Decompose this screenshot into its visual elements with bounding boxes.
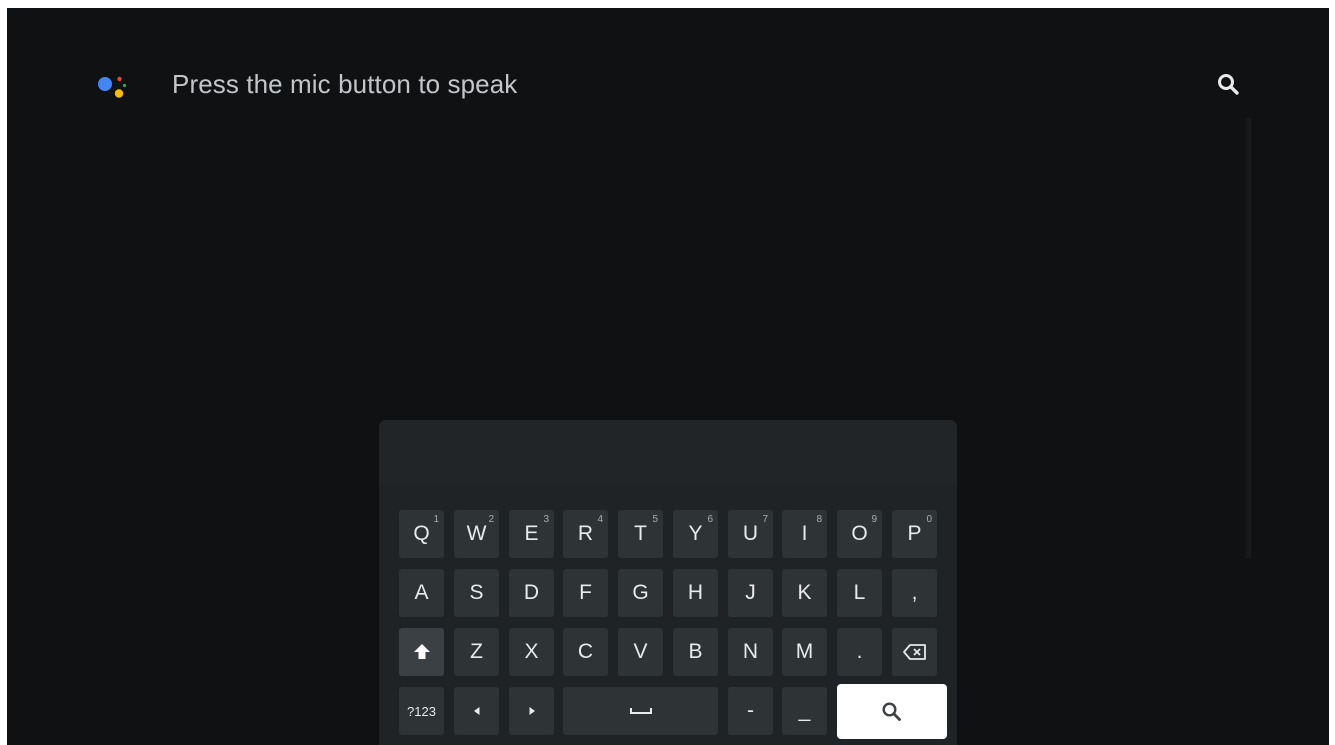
backspace-icon bbox=[902, 644, 926, 660]
key-y[interactable]: Y6 bbox=[673, 510, 718, 558]
symbols-label: ?123 bbox=[407, 703, 436, 719]
key-d[interactable]: D bbox=[509, 569, 554, 617]
key-e[interactable]: E3 bbox=[509, 510, 554, 558]
key-i[interactable]: I8 bbox=[782, 510, 827, 558]
key-c[interactable]: C bbox=[563, 628, 608, 676]
suggestion-strip bbox=[379, 420, 957, 484]
search-icon[interactable] bbox=[1215, 71, 1243, 99]
key-m[interactable]: M bbox=[782, 628, 827, 676]
key-z[interactable]: Z bbox=[454, 628, 499, 676]
key-j[interactable]: J bbox=[728, 569, 773, 617]
search-bar: Press the mic button to speak bbox=[7, 8, 1329, 158]
key-o[interactable]: O9 bbox=[837, 510, 882, 558]
arrow-right-icon bbox=[529, 707, 535, 715]
underscore-key[interactable]: _ bbox=[782, 687, 827, 735]
key-n[interactable]: N bbox=[728, 628, 773, 676]
key-period[interactable]: . bbox=[837, 628, 882, 676]
key-a[interactable]: A bbox=[399, 569, 444, 617]
voice-prompt-text: Press the mic button to speak bbox=[172, 69, 518, 99]
key-g[interactable]: G bbox=[618, 569, 663, 617]
cursor-right-key[interactable] bbox=[509, 687, 554, 735]
backspace-key[interactable] bbox=[892, 628, 937, 676]
search-icon bbox=[882, 701, 901, 721]
key-v[interactable]: V bbox=[618, 628, 663, 676]
key-p[interactable]: P0 bbox=[892, 510, 937, 558]
space-icon bbox=[629, 708, 652, 714]
key-h[interactable]: H bbox=[673, 569, 718, 617]
key-u[interactable]: U7 bbox=[728, 510, 773, 558]
key-k[interactable]: K bbox=[782, 569, 827, 617]
cursor-left-key[interactable] bbox=[454, 687, 499, 735]
key-r[interactable]: R4 bbox=[563, 510, 608, 558]
key-b[interactable]: B bbox=[673, 628, 718, 676]
key-q[interactable]: Q1 bbox=[399, 510, 444, 558]
shift-key[interactable] bbox=[399, 628, 444, 676]
key-l[interactable]: L bbox=[837, 569, 882, 617]
shift-icon bbox=[413, 644, 430, 659]
key-t[interactable]: T5 bbox=[618, 510, 663, 558]
on-screen-keyboard: Q1 W2 E3 R4 T5 Y6 U7 I8 O9 P0 A S D F G … bbox=[379, 420, 957, 745]
key-x[interactable]: X bbox=[509, 628, 554, 676]
tv-screen: Press the mic button to speak Q1 W2 E3 R… bbox=[7, 8, 1329, 745]
side-panel-edge bbox=[1245, 118, 1251, 558]
key-s[interactable]: S bbox=[454, 569, 499, 617]
key-f[interactable]: F bbox=[563, 569, 608, 617]
key-comma[interactable]: , bbox=[892, 569, 937, 617]
search-submit-key[interactable] bbox=[837, 684, 947, 739]
google-assistant-icon[interactable] bbox=[93, 68, 129, 104]
arrow-left-icon bbox=[473, 707, 479, 715]
symbols-key[interactable]: ?123 bbox=[399, 687, 444, 735]
key-w[interactable]: W2 bbox=[454, 510, 499, 558]
dash-key[interactable]: - bbox=[728, 687, 773, 735]
space-key[interactable] bbox=[563, 687, 718, 735]
